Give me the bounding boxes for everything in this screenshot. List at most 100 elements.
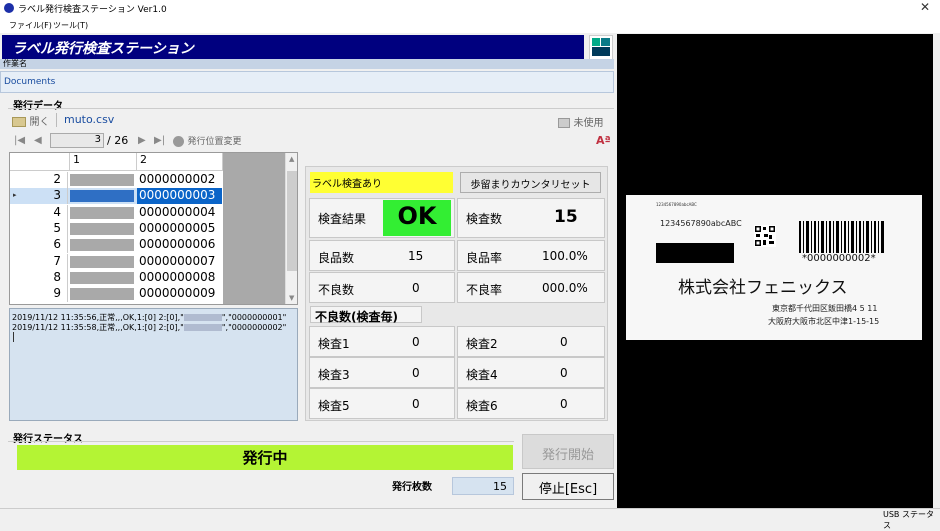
issue-data-label: 発行データ (13, 101, 63, 112)
change-position-label: 発行位置変更 (187, 137, 242, 147)
label-inspection-flag: ラベル検査あり (310, 172, 453, 193)
redacted-text (183, 324, 222, 331)
row-pointer-icon: ▸ (13, 191, 17, 200)
check-value: 0 (412, 366, 420, 380)
count-value: 15 (554, 207, 578, 227)
redacted-text (183, 314, 222, 321)
redacted-cell (70, 190, 134, 203)
check-label: 検査1 (318, 337, 350, 351)
log-line-prefix: 2019/11/12 11:35:56,正常,,,OK,1:[0] 2:[0],… (12, 313, 184, 322)
log-line-suffix: ","0000000002" (221, 323, 287, 332)
redacted-cell (70, 222, 134, 235)
check-value: 0 (560, 366, 568, 380)
check-value: 0 (412, 397, 420, 411)
good-value: 15 (408, 249, 424, 263)
table-row[interactable]: 2 0000000002 (10, 172, 222, 188)
unused-button[interactable]: 未使用 (558, 114, 604, 129)
code-cell[interactable]: 0000000009 (137, 286, 222, 302)
row-number: 4 (10, 204, 68, 221)
issue-log[interactable]: 2019/11/12 11:35:56,正常,,,OK,1:[0] 2:[0],… (9, 308, 298, 421)
start-issue-button[interactable]: 発行開始 (522, 434, 614, 469)
barcode (798, 221, 886, 253)
usb-status: USB ステータス (883, 510, 934, 530)
redacted-cell (70, 288, 134, 301)
folder-icon (12, 117, 26, 127)
grid-scrollbar[interactable]: ▲ ▼ (285, 153, 297, 304)
change-position-button[interactable]: 発行位置変更 (173, 134, 242, 147)
good-rate-cell: 良品率 100.0% (457, 240, 605, 271)
menu-bar: ファイル(F) ツール(T) (0, 17, 940, 33)
logo (589, 35, 613, 60)
app-header: ラベル発行検査ステーション (2, 35, 584, 59)
check-value: 0 (412, 335, 420, 349)
code-cell[interactable]: 0000000004 (137, 205, 222, 221)
redacted-block (656, 243, 734, 263)
bad-cell: 不良数 0 (309, 272, 455, 303)
log-line: 2019/11/12 11:35:56,正常,,,OK,1:[0] 2:[0],… (12, 312, 295, 322)
table-row[interactable]: 3 0000000003 ▸ (10, 188, 222, 205)
table-row[interactable]: 8 0000000008 (10, 269, 222, 286)
prev-page-icon[interactable]: ◀ (34, 135, 42, 146)
good-cell: 良品数 15 (309, 240, 455, 271)
toolbar-separator (56, 113, 57, 127)
label-address-1: 東京都千代田区飯田橋4 5 11 (772, 304, 878, 313)
code-cell[interactable]: 0000000005 (137, 221, 222, 237)
grid-corner (10, 153, 70, 171)
app-header-title: ラベル発行検査ステーション (12, 41, 194, 57)
issue-status-indicator: 発行中 (17, 445, 513, 470)
close-icon[interactable]: ✕ (920, 0, 930, 14)
issue-count-value: 15 (452, 477, 514, 495)
page-number-input[interactable]: 3 (50, 133, 104, 148)
count-label: 検査数 (466, 212, 503, 226)
last-page-icon[interactable]: ▶| (154, 135, 165, 146)
code-cell[interactable]: 0000000006 (137, 237, 222, 253)
code-cell[interactable]: 0000000002 (137, 172, 222, 188)
log-line: 2019/11/12 11:35:58,正常,,,OK,1:[0] 2:[0],… (12, 322, 295, 332)
menu-tools[interactable]: ツール(T) (53, 20, 88, 31)
open-button[interactable]: 開く (12, 113, 50, 128)
divider (8, 108, 614, 109)
row-number: 9 (10, 286, 68, 303)
captured-label-image: 1234567890abcABC 1234567890abcABC *00000… (626, 195, 922, 340)
check-label: 検査6 (466, 399, 498, 413)
title-bar: ラベル発行検査ステーション Ver1.0 ✕ (0, 0, 940, 17)
log-line-suffix: ","0000000001" (221, 313, 287, 322)
menu-file[interactable]: ファイル(F) (9, 20, 52, 31)
table-row[interactable]: 6 0000000006 (10, 237, 222, 254)
good-rate-value: 100.0% (542, 249, 588, 263)
code-cell[interactable]: 0000000007 (137, 254, 222, 270)
count-cell: 検査数 15 (457, 198, 605, 238)
check-cell: 検査6 0 (457, 388, 605, 419)
code-cell[interactable]: 0000000008 (137, 270, 222, 286)
row-number: 2 (10, 172, 68, 188)
redacted-cell (70, 255, 134, 268)
issue-status-label: 発行ステータス (13, 434, 83, 445)
data-grid[interactable]: 1 2 ▲ ▼ 2 0000000002 3 0000000003 ▸ 4 00000000… (9, 152, 298, 305)
barcode-text: *0000000002* (802, 253, 876, 264)
table-row[interactable]: 4 0000000004 (10, 204, 222, 221)
log-line-prefix: 2019/11/12 11:35:58,正常,,,OK,1:[0] 2:[0],… (12, 323, 184, 332)
label-address-2: 大阪府大阪市北区中津1-15-15 (768, 317, 880, 326)
label-code-text: 1234567890abcABC (660, 219, 742, 228)
divider (8, 441, 514, 442)
stop-button[interactable]: 停止[Esc] (522, 473, 614, 500)
first-page-icon[interactable]: |◀ (14, 135, 25, 146)
redacted-cell (70, 206, 134, 219)
job-name-bar: 作業名 (0, 59, 614, 69)
grid-col-1-header[interactable]: 1 (70, 153, 137, 171)
good-rate-label: 良品率 (466, 251, 503, 265)
check-label: 検査4 (466, 368, 498, 382)
job-name-field[interactable]: Documents (0, 71, 614, 93)
table-row[interactable]: 7 0000000007 (10, 253, 222, 270)
next-page-icon[interactable]: ▶ (138, 135, 146, 146)
check-value: 0 (560, 335, 568, 349)
check-label: 検査2 (466, 337, 498, 351)
code-cell[interactable]: 0000000003 (137, 188, 222, 205)
font-icon[interactable]: Aª (596, 134, 611, 147)
reset-counter-button[interactable]: 歩留まりカウンタリセット (460, 172, 601, 193)
table-row[interactable]: 9 0000000009 (10, 286, 222, 303)
label-company-name: 株式会社フェニックス (678, 278, 848, 298)
check-label: 検査5 (318, 399, 350, 413)
table-row[interactable]: 5 0000000005 (10, 220, 222, 237)
grid-col-2-header[interactable]: 2 (137, 153, 223, 171)
